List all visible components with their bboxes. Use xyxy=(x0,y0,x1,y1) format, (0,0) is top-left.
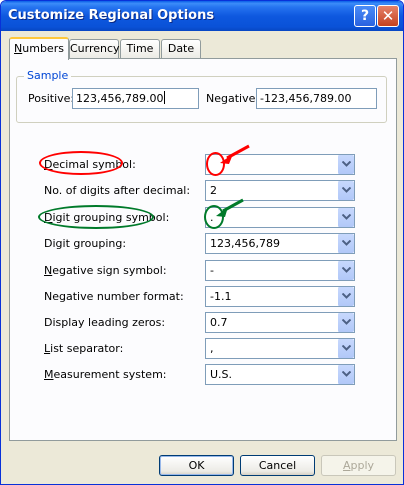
positive-sample-field[interactable]: 123,456,789.00 xyxy=(72,88,199,109)
digits-after-decimal-label: No. of digits after decimal: xyxy=(44,184,191,197)
close-icon: ✕ xyxy=(381,7,395,25)
ok-button[interactable]: OK xyxy=(159,455,234,476)
negative-number-format-dropdown-button[interactable] xyxy=(337,287,354,306)
negative-number-format-combo[interactable]: -1.1 xyxy=(205,286,355,307)
tab-numbers[interactable]: Numbers xyxy=(9,37,69,60)
tab-time[interactable]: Time xyxy=(120,39,160,58)
digit-grouping-dropdown-button[interactable] xyxy=(337,234,354,253)
help-icon: ? xyxy=(360,8,370,24)
digits-after-decimal-dropdown-button[interactable] xyxy=(337,181,354,200)
tab-date[interactable]: Date xyxy=(161,39,201,58)
negative-sign-symbol-label: Negative sign symbol: xyxy=(44,264,167,277)
title-bar[interactable]: Customize Regional Options ? ✕ xyxy=(1,1,403,31)
digit-grouping-combo[interactable]: 123,456,789 xyxy=(205,233,355,254)
negative-sign-symbol-dropdown-button[interactable] xyxy=(337,261,354,280)
tab-currency[interactable]: Currency xyxy=(69,39,120,58)
measurement-system-label: Measurement system: xyxy=(44,368,167,381)
decimal-symbol-annotation-ellipse xyxy=(39,151,123,175)
text-cursor xyxy=(164,91,166,104)
chevron-down-icon xyxy=(342,240,351,246)
decimal-symbol-dropdown-button[interactable] xyxy=(337,155,354,174)
negative-label: Negative: xyxy=(206,92,260,105)
chevron-down-icon xyxy=(342,214,351,220)
measurement-system-combo[interactable]: U.S. xyxy=(205,364,355,385)
display-leading-zeros-combo[interactable]: 0.7 xyxy=(205,312,355,333)
chevron-down-icon xyxy=(342,345,351,351)
measurement-system-dropdown-button[interactable] xyxy=(337,365,354,384)
digit-grouping-label: Digit grouping: xyxy=(44,237,127,250)
chevron-down-icon xyxy=(342,371,351,377)
display-leading-zeros-label: Display leading zeros: xyxy=(44,316,166,329)
sample-group-title: Sample xyxy=(24,69,72,82)
digit-grouping-symbol-dropdown-button[interactable] xyxy=(337,208,354,227)
list-separator-combo[interactable]: , xyxy=(205,338,355,359)
help-button[interactable]: ? xyxy=(354,5,376,27)
arrow-icon xyxy=(216,198,244,217)
chevron-down-icon xyxy=(342,187,351,193)
chevron-down-icon xyxy=(342,319,351,325)
close-button[interactable]: ✕ xyxy=(377,5,399,27)
display-leading-zeros-dropdown-button[interactable] xyxy=(337,313,354,332)
list-separator-label: List separator: xyxy=(44,342,124,355)
chevron-down-icon xyxy=(342,161,351,167)
digit-grouping-symbol-annotation-ellipse xyxy=(38,205,154,229)
negative-number-format-label: Negative number format: xyxy=(44,290,184,303)
window-title: Customize Regional Options xyxy=(8,8,215,23)
arrow-icon xyxy=(220,144,250,164)
chevron-down-icon xyxy=(342,267,351,273)
positive-label: Positive: xyxy=(28,92,75,105)
cancel-button[interactable]: Cancel xyxy=(240,455,315,476)
dialog-window: Customize Regional Options ? ✕ Numbers C… xyxy=(0,0,404,485)
negative-sample-field[interactable]: -123,456,789.00 xyxy=(256,88,377,109)
list-separator-dropdown-button[interactable] xyxy=(337,339,354,358)
apply-button: Apply xyxy=(321,455,396,476)
negative-sign-symbol-combo[interactable]: - xyxy=(205,260,355,281)
chevron-down-icon xyxy=(342,293,351,299)
